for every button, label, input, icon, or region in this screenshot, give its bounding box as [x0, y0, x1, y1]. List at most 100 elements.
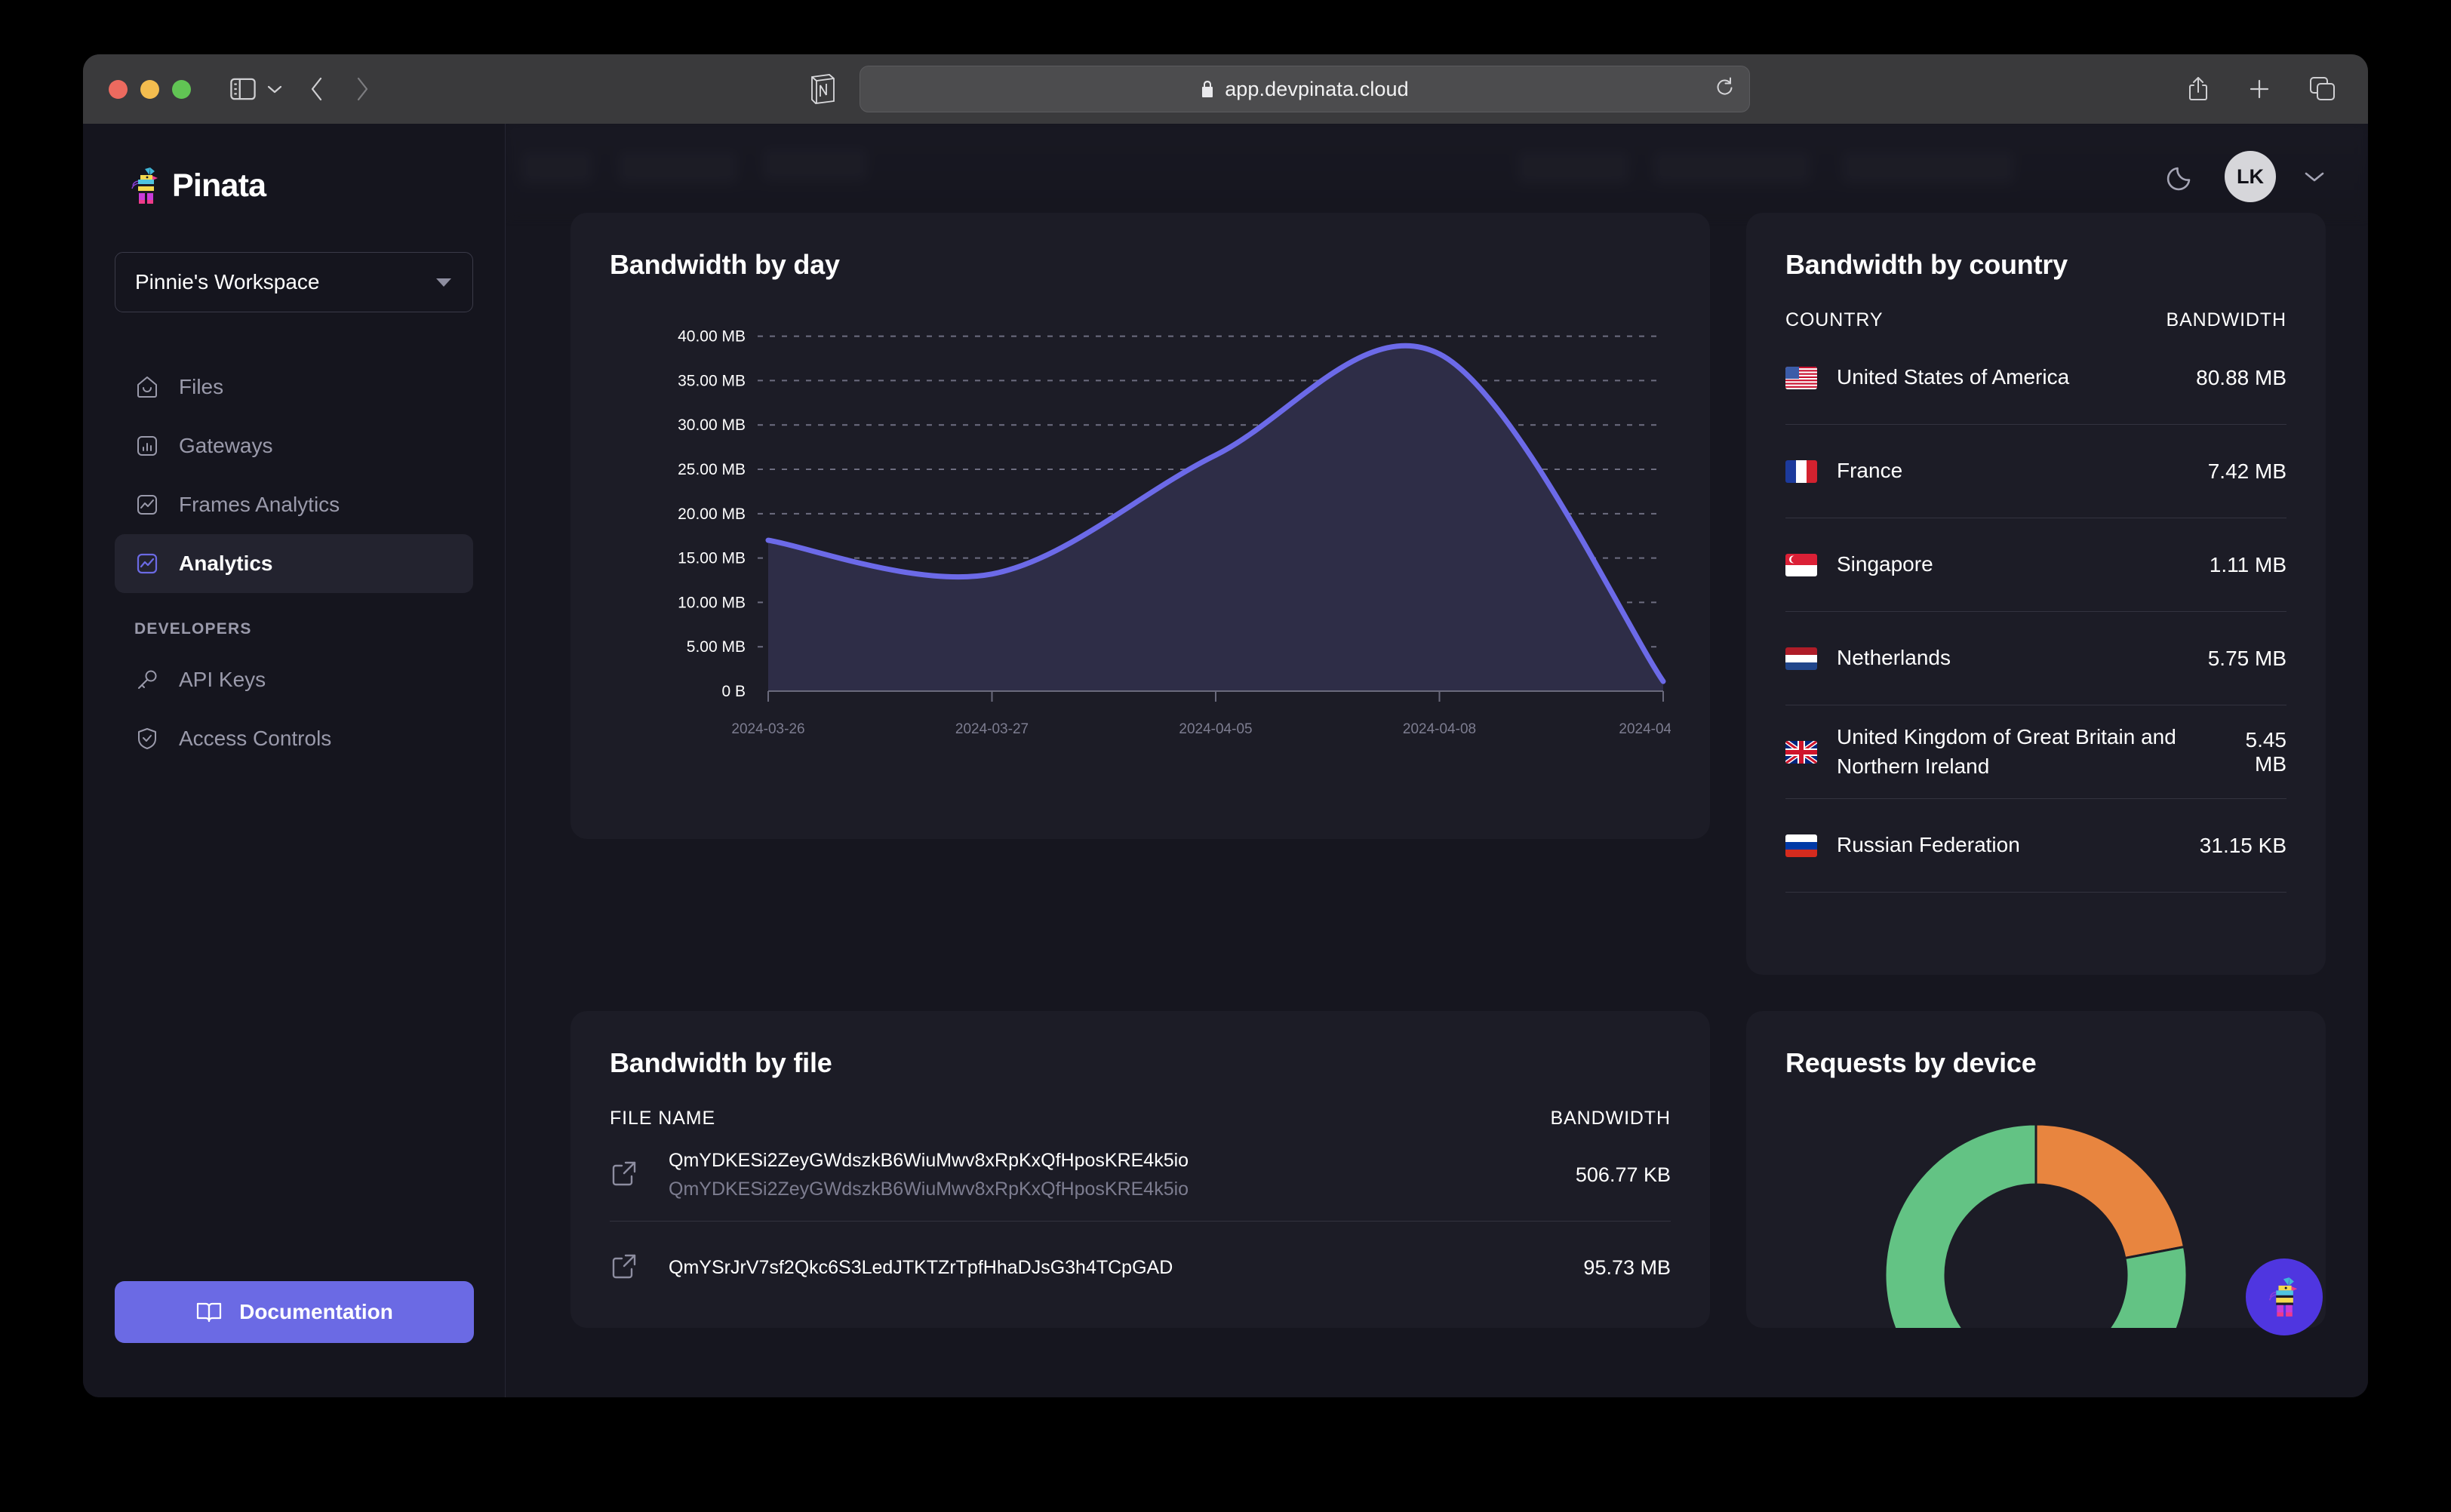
- column-header-file-name: FILE NAME: [610, 1108, 716, 1129]
- country-name: France: [1837, 459, 1903, 483]
- chart-svg: 0 B 5.00 MB 10.00 MB 15.00 MB 20.00 MB 25.00 …: [678, 328, 1671, 737]
- y-tick-label: 25.00 MB: [678, 461, 746, 478]
- sidebar-item-label: Frames Analytics: [179, 493, 340, 516]
- sidebar-item-label: Files: [179, 375, 224, 398]
- country-name: United Kingdom of Great Britain and Nort…: [1837, 724, 2176, 778]
- card-bandwidth-by-day: Bandwidth by day 0 B 5.00 MB 10.00 MB 15.00…: [570, 213, 1710, 839]
- chevron-down-icon[interactable]: [266, 84, 283, 94]
- moon-icon[interactable]: [2164, 160, 2197, 193]
- avatar[interactable]: LK: [2225, 151, 2276, 202]
- minimize-window-button[interactable]: [140, 79, 159, 99]
- sidebar-nav: Files Gateways Frames Analytics Analytic…: [115, 358, 473, 768]
- image-chart-icon: [134, 551, 160, 576]
- sidebar-item-analytics[interactable]: Analytics: [115, 534, 473, 593]
- country-row[interactable]: France 7.42 MB: [1785, 425, 2286, 518]
- workspace-selector[interactable]: Pinnie's Workspace: [115, 252, 473, 312]
- chevron-down-icon[interactable]: [2303, 169, 2326, 184]
- home-icon: [134, 374, 160, 400]
- file-row[interactable]: QmYDKESi2ZeyGWdszkB6WiuMwv8xRpKxQfHposKR…: [610, 1129, 1671, 1222]
- support-chat-button[interactable]: [2246, 1258, 2323, 1335]
- analytics-row-2: Bandwidth by file FILE NAME BANDWIDTH Qm…: [570, 1011, 2326, 1328]
- lock-icon: [1200, 80, 1215, 99]
- sidebar-item-api-keys[interactable]: API Keys: [115, 650, 473, 709]
- workspace-name: Pinnie's Workspace: [135, 270, 320, 293]
- file-row[interactable]: QmYSrJrV7sf2Qkc6S3LedJTKTZrTpfHhaDJsG3h4…: [610, 1222, 1671, 1314]
- documentation-button[interactable]: Documentation: [115, 1281, 474, 1343]
- card-bandwidth-by-country: Bandwidth by country COUNTRY BANDWIDTH U…: [1746, 213, 2326, 975]
- y-tick-label: 35.00 MB: [678, 372, 746, 389]
- file-table-header: FILE NAME BANDWIDTH: [610, 1108, 1671, 1129]
- bar-chart-icon: [134, 433, 160, 459]
- main-content: LK Bandwidth by day 0 B 5.00 MB 10.00 MB 15…: [506, 124, 2368, 1397]
- close-window-button[interactable]: [109, 79, 128, 99]
- sidebar-item-files[interactable]: Files: [115, 358, 473, 416]
- requests-device-donut[interactable]: [1785, 1109, 2286, 1328]
- book-icon: [195, 1301, 223, 1323]
- bandwidth-day-chart[interactable]: 0 B 5.00 MB 10.00 MB 15.00 MB 20.00 MB 25.00 …: [610, 314, 1671, 797]
- y-tick-label: 0 B: [721, 683, 746, 700]
- chart-x-tick-labels: 2024-03-26 2024-03-27 2024-04-05 2024-04-08…: [731, 721, 1671, 737]
- sidebar-item-frames-analytics[interactable]: Frames Analytics: [115, 475, 473, 534]
- sidebar-toggle-icon[interactable]: [230, 78, 256, 100]
- address-bar[interactable]: app.devpinata.cloud: [859, 66, 1750, 112]
- country-bandwidth: 31.15 KB: [2199, 833, 2286, 857]
- sidebar-item-label: Analytics: [179, 552, 273, 575]
- file-name-cell: QmYSrJrV7sf2Qkc6S3LedJTKTZrTpfHhaDJsG3h4…: [669, 1257, 1173, 1279]
- card-bandwidth-by-file: Bandwidth by file FILE NAME BANDWIDTH Qm…: [570, 1011, 1710, 1328]
- notion-icon[interactable]: [808, 72, 837, 106]
- image-chart-icon: [134, 492, 160, 518]
- app-body: Pinata Pinnie's Workspace Files Gateways…: [83, 124, 2368, 1397]
- country-name: United States of America: [1837, 365, 2070, 389]
- x-tick-label: 2024-04-09: [1619, 721, 1671, 737]
- chart-x-ticks: [767, 691, 1664, 702]
- sidebar: Pinata Pinnie's Workspace Files Gateways…: [83, 124, 506, 1397]
- browser-window: app.devpinata.cloud Pinata Pinnie's Work…: [83, 54, 2368, 1397]
- url-text: app.devpinata.cloud: [1225, 77, 1409, 100]
- column-header-bandwidth: BANDWIDTH: [2166, 309, 2286, 330]
- maximize-window-button[interactable]: [172, 79, 191, 99]
- pinata-icon: [2267, 1276, 2302, 1318]
- flag-icon: [1785, 366, 1817, 389]
- flag-icon: [1785, 459, 1817, 483]
- flag-icon: [1785, 740, 1817, 764]
- country-row[interactable]: Russian Federation 31.15 KB: [1785, 799, 2286, 893]
- donut-slice-mobile[interactable]: [2034, 1123, 2186, 1260]
- chevron-left-icon[interactable]: [309, 75, 325, 103]
- file-cid: QmYDKESi2ZeyGWdszkB6WiuMwv8xRpKxQfHposKR…: [669, 1150, 1189, 1171]
- country-bandwidth: 7.42 MB: [2207, 459, 2286, 483]
- file-cid-sub: QmYDKESi2ZeyGWdszkB6WiuMwv8xRpKxQfHposKR…: [669, 1179, 1189, 1200]
- country-row[interactable]: Singapore 1.11 MB: [1785, 518, 2286, 612]
- chart-y-tick-labels: 0 B 5.00 MB 10.00 MB 15.00 MB 20.00 MB 25.00 …: [678, 328, 746, 700]
- country-bandwidth: 5.75 MB: [2207, 646, 2286, 670]
- external-link-icon[interactable]: [610, 1252, 638, 1284]
- sidebar-item-access-controls[interactable]: Access Controls: [115, 709, 473, 768]
- flag-icon: [1785, 553, 1817, 576]
- country-bandwidth: 80.88 MB: [2196, 365, 2286, 389]
- country-bandwidth: 5.45 MB: [2245, 727, 2287, 776]
- y-tick-label: 15.00 MB: [678, 550, 746, 567]
- country-row[interactable]: Netherlands 5.75 MB: [1785, 612, 2286, 705]
- donut-svg: [1884, 1123, 2188, 1328]
- brand: Pinata: [115, 124, 473, 205]
- plus-icon[interactable]: [2247, 77, 2271, 101]
- country-row[interactable]: United States of America 80.88 MB: [1785, 331, 2286, 425]
- chevron-right-icon[interactable]: [354, 75, 371, 103]
- brand-name: Pinata: [172, 167, 266, 204]
- key-icon: [134, 667, 160, 693]
- sidebar-item-label: Access Controls: [179, 727, 332, 750]
- documentation-label: Documentation: [239, 1300, 393, 1323]
- share-icon[interactable]: [2187, 75, 2210, 103]
- reload-icon[interactable]: [1714, 77, 1734, 102]
- card-title: Bandwidth by file: [610, 1047, 832, 1078]
- country-bandwidth: 1.11 MB: [2209, 552, 2286, 576]
- external-link-icon[interactable]: [610, 1159, 638, 1191]
- x-tick-label: 2024-04-05: [1179, 721, 1252, 737]
- country-row[interactable]: United Kingdom of Great Britain and Nort…: [1785, 705, 2286, 799]
- tab-overview-icon[interactable]: [2309, 76, 2336, 102]
- flag-icon: [1785, 647, 1817, 670]
- sidebar-item-gateways[interactable]: Gateways: [115, 416, 473, 475]
- x-tick-label: 2024-03-26: [731, 721, 804, 737]
- window-traffic-lights: [109, 79, 191, 99]
- scrolled-content-fade: [506, 124, 2368, 214]
- country-table-header: COUNTRY BANDWIDTH: [1785, 309, 2286, 331]
